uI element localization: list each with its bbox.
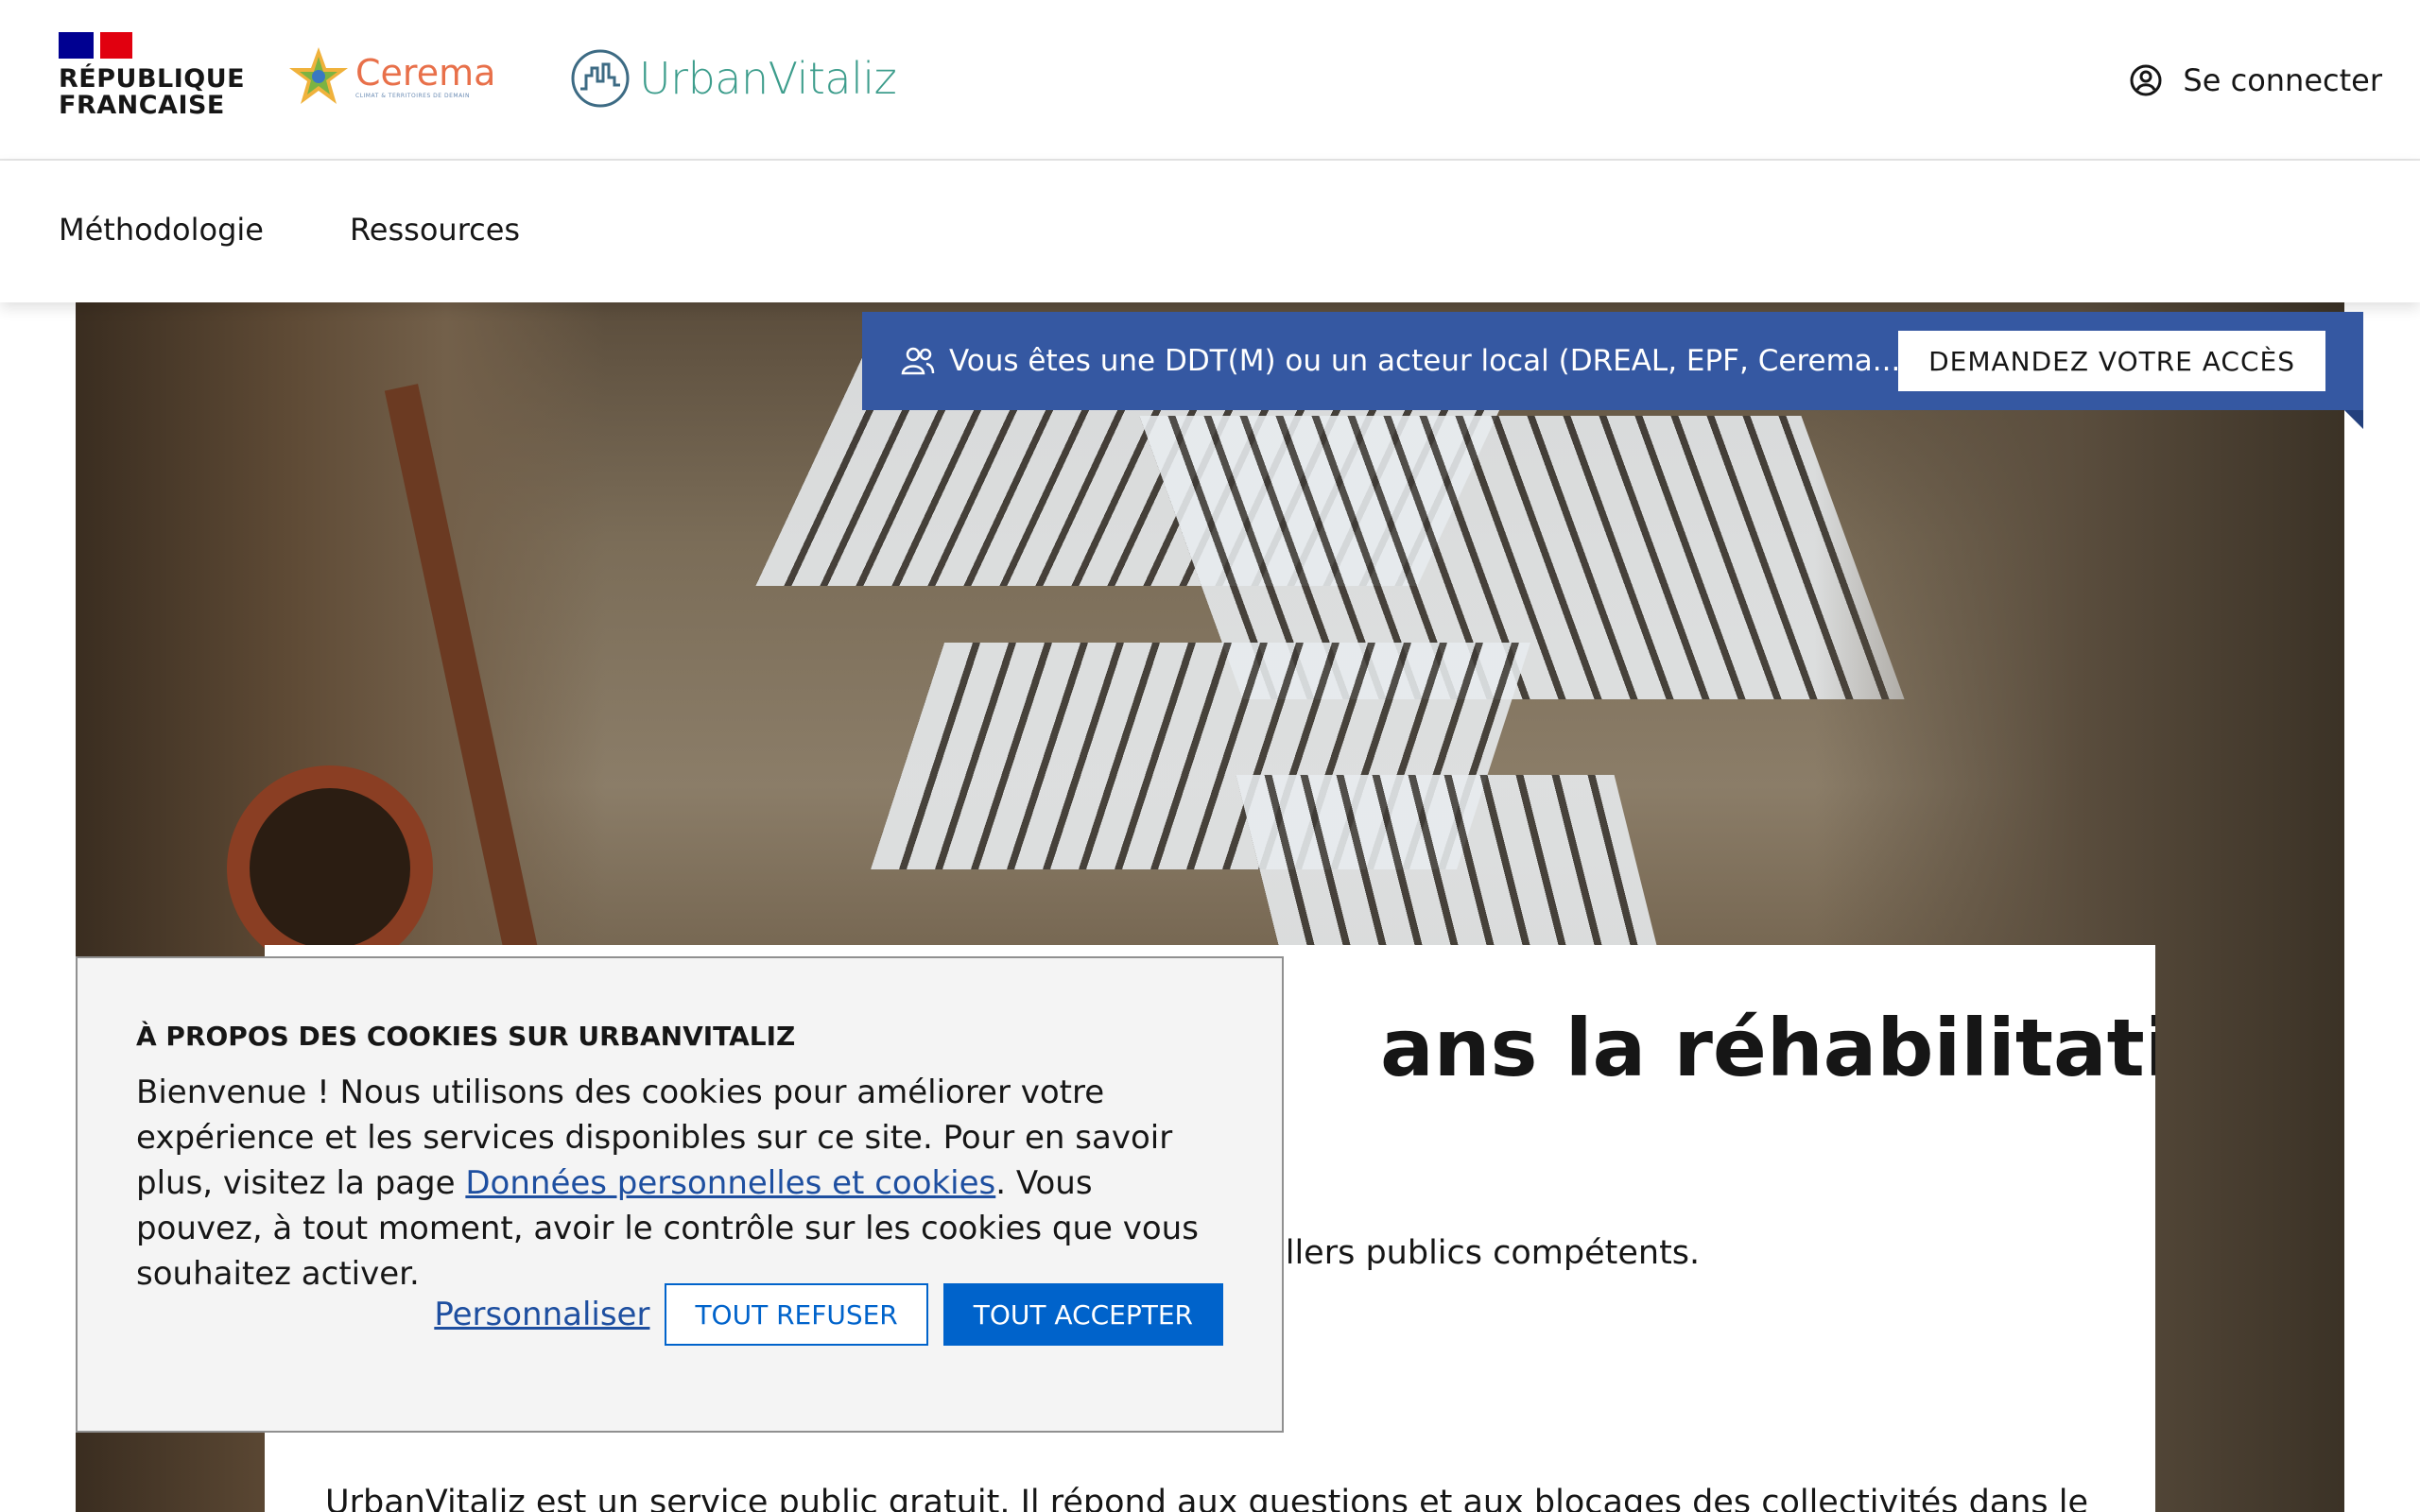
access-banner-text: Vous êtes une DDT(M) ou un acteur local … bbox=[949, 344, 1937, 378]
main-navigation: Méthodologie Ressources bbox=[0, 161, 2420, 302]
user-circle-icon bbox=[2130, 64, 2162, 96]
users-icon bbox=[901, 347, 935, 375]
cookie-title: À PROPOS DES COOKIES SUR URBANVITALIZ bbox=[136, 1021, 796, 1052]
accept-all-button[interactable]: TOUT ACCEPTER bbox=[942, 1283, 1223, 1346]
cookie-actions: Personnaliser TOUT REFUSER TOUT ACCEPTER bbox=[434, 1283, 1223, 1346]
cerema-star-icon bbox=[289, 47, 348, 104]
login-label: Se connecter bbox=[2183, 62, 2382, 98]
nav-item-methodologie[interactable]: Méthodologie bbox=[59, 212, 264, 248]
request-access-button[interactable]: DEMANDEZ VOTRE ACCÈS bbox=[1898, 331, 2325, 391]
cerema-tagline: CLIMAT & TERRITOIRES DE DEMAIN bbox=[355, 92, 470, 99]
login-button[interactable]: Se connecter bbox=[2130, 62, 2382, 98]
access-request-banner: Vous êtes une DDT(M) ou un acteur local … bbox=[862, 312, 2363, 410]
hero-body-text: UrbanVitaliz est un service public gratu… bbox=[325, 1484, 2089, 1512]
site-header: RÉPUBLIQUE FRANCAISE Cerema CLIMAT & TER… bbox=[0, 0, 2420, 161]
cerema-logo[interactable]: Cerema CLIMAT & TERRITOIRES DE DEMAIN bbox=[285, 45, 495, 108]
customize-cookies-link[interactable]: Personnaliser bbox=[434, 1296, 649, 1333]
republique-francaise-logo[interactable]: RÉPUBLIQUE FRANCAISE bbox=[59, 32, 245, 119]
cookie-description: Bienvenue ! Nous utilisons des cookies p… bbox=[136, 1070, 1223, 1297]
nav-item-ressources[interactable]: Ressources bbox=[350, 212, 520, 248]
cerema-name: Cerema bbox=[355, 51, 496, 94]
privacy-policy-link[interactable]: Données personnelles et cookies bbox=[465, 1164, 995, 1202]
urbanvitaliz-city-icon bbox=[571, 49, 630, 108]
hero-lead: illers publics compétents. bbox=[1276, 1234, 1701, 1272]
refuse-all-button[interactable]: TOUT REFUSER bbox=[665, 1283, 928, 1346]
app-name: UrbanVitaliz bbox=[639, 53, 897, 104]
hero-title: ans la réhabilitation bbox=[1380, 1002, 2155, 1094]
urbanvitaliz-logo[interactable]: UrbanVitaliz bbox=[569, 47, 897, 110]
cookie-consent-banner: À PROPOS DES COOKIES SUR URBANVITALIZ Bi… bbox=[76, 956, 1284, 1433]
french-flag-icon bbox=[59, 32, 132, 59]
republique-line-2: FRANCAISE bbox=[59, 91, 225, 120]
republique-line-1: RÉPUBLIQUE bbox=[59, 64, 246, 94]
banner-tail bbox=[2344, 410, 2363, 429]
